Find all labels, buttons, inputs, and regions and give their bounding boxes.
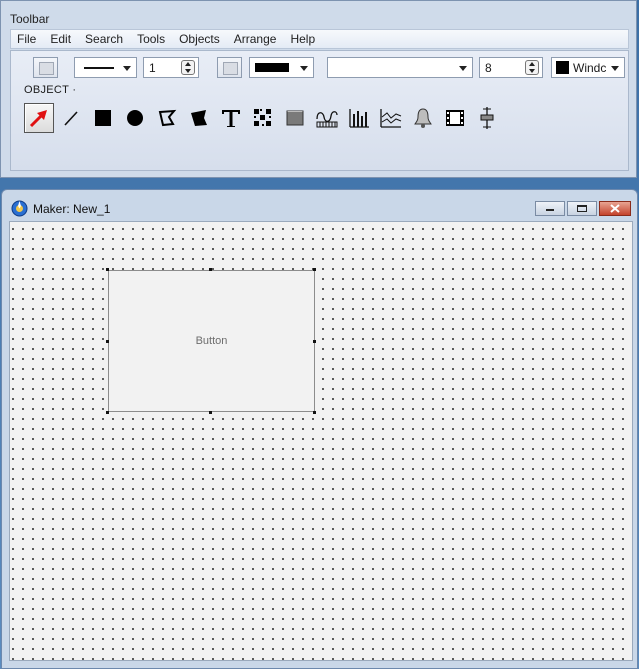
window-controls <box>535 201 631 218</box>
selection-handle[interactable] <box>209 411 212 414</box>
text-color-label: Windc <box>573 61 607 75</box>
trend-tool-button[interactable] <box>312 103 342 133</box>
close-icon <box>610 204 620 213</box>
pattern-tool-button[interactable] <box>248 103 278 133</box>
filled-polygon-tool-button[interactable] <box>184 103 214 133</box>
alarm-tool-button[interactable] <box>408 103 438 133</box>
spin-arrows-icon[interactable] <box>181 60 195 75</box>
button-object-label: Button <box>195 335 228 347</box>
line-style-sample <box>84 67 114 69</box>
slider-tool-button[interactable] <box>472 103 502 133</box>
maker-titlebar[interactable]: Maker: New_1 <box>2 190 637 222</box>
button-object-tool-button[interactable] <box>280 103 310 133</box>
selection-handle[interactable] <box>313 268 316 271</box>
line-tool-button[interactable] <box>56 103 86 133</box>
menu-file[interactable]: File <box>11 32 44 46</box>
menu-arrange[interactable]: Arrange <box>228 32 285 46</box>
chevron-down-icon <box>459 66 467 71</box>
pattern-sample <box>255 63 289 72</box>
selection-handle[interactable] <box>313 340 316 343</box>
object-section-label: OBJECT · <box>24 84 77 96</box>
filled-polygon-icon <box>191 110 207 126</box>
minimize-icon <box>546 209 554 211</box>
menu-edit[interactable]: Edit <box>44 32 79 46</box>
select-tool-button[interactable] <box>24 103 54 133</box>
toolbar-window: Toolbar File Edit Search Tools Objects A… <box>0 0 637 178</box>
line-style-combo[interactable] <box>74 57 137 78</box>
chevron-down-icon <box>123 66 131 71</box>
toolbar-panel: 1 8 Windc OBJECT · <box>10 50 629 171</box>
line-color-swatch <box>223 62 238 75</box>
maker-app-icon <box>11 200 28 217</box>
maximize-icon <box>577 205 587 212</box>
selection-handle[interactable] <box>106 268 109 271</box>
spin-arrows-icon[interactable] <box>525 60 539 75</box>
menu-search[interactable]: Search <box>79 32 131 46</box>
line-color-button[interactable] <box>217 57 242 78</box>
line-width-spinner[interactable]: 1 <box>143 57 199 78</box>
menu-objects[interactable]: Objects <box>173 32 228 46</box>
selection-handle[interactable] <box>313 411 316 414</box>
polygon-icon <box>158 109 177 127</box>
bar-graph-tool-button[interactable] <box>344 103 374 133</box>
button-object-icon <box>286 110 304 126</box>
rectangle-tool-button[interactable] <box>88 103 118 133</box>
text-tool-button[interactable] <box>216 103 246 133</box>
film-icon <box>446 110 464 126</box>
film-tool-button[interactable] <box>440 103 470 133</box>
font-size-value: 8 <box>485 61 492 75</box>
polygon-tool-button[interactable] <box>152 103 182 133</box>
line-icon <box>64 111 78 126</box>
menu-tools[interactable]: Tools <box>131 32 173 46</box>
selection-handle[interactable] <box>106 411 109 414</box>
button-object[interactable]: Button <box>108 270 315 412</box>
ellipse-tool-button[interactable] <box>120 103 150 133</box>
pattern-icon <box>254 109 271 126</box>
line-graph-icon <box>380 109 402 128</box>
close-button[interactable] <box>599 201 631 216</box>
bar-graph-icon <box>349 109 369 128</box>
chevron-down-icon <box>300 66 308 71</box>
text-color-combo[interactable]: Windc <box>551 57 625 78</box>
property-controls: 1 8 Windc <box>19 54 625 78</box>
minimize-button[interactable] <box>535 201 565 216</box>
selection-handle[interactable] <box>209 268 212 271</box>
object-tool-row <box>24 103 504 133</box>
fill-color-swatch <box>39 62 54 75</box>
toolbar-window-title: Toolbar <box>10 12 50 26</box>
maximize-button[interactable] <box>567 201 597 216</box>
design-canvas[interactable]: Button <box>9 221 633 661</box>
trend-icon <box>316 111 338 128</box>
slider-icon <box>480 107 494 129</box>
font-name-combo[interactable] <box>327 57 473 78</box>
rectangle-icon <box>95 110 111 126</box>
font-size-spinner[interactable]: 8 <box>479 57 543 78</box>
alarm-bell-icon <box>414 108 432 128</box>
selection-handle[interactable] <box>106 340 109 343</box>
menu-help[interactable]: Help <box>284 32 323 46</box>
ellipse-icon <box>127 110 143 126</box>
menu-bar: File Edit Search Tools Objects Arrange H… <box>10 29 629 49</box>
fill-color-button[interactable] <box>33 57 58 78</box>
maker-window: Maker: New_1 Button <box>1 189 638 669</box>
maker-window-title: Maker: New_1 <box>33 202 111 216</box>
select-arrow-icon <box>29 110 47 128</box>
chevron-down-icon <box>611 66 619 71</box>
pattern-combo[interactable] <box>249 57 314 78</box>
line-width-value: 1 <box>149 61 156 75</box>
text-icon <box>222 110 240 127</box>
line-graph-tool-button[interactable] <box>376 103 406 133</box>
text-color-swatch <box>556 61 569 74</box>
